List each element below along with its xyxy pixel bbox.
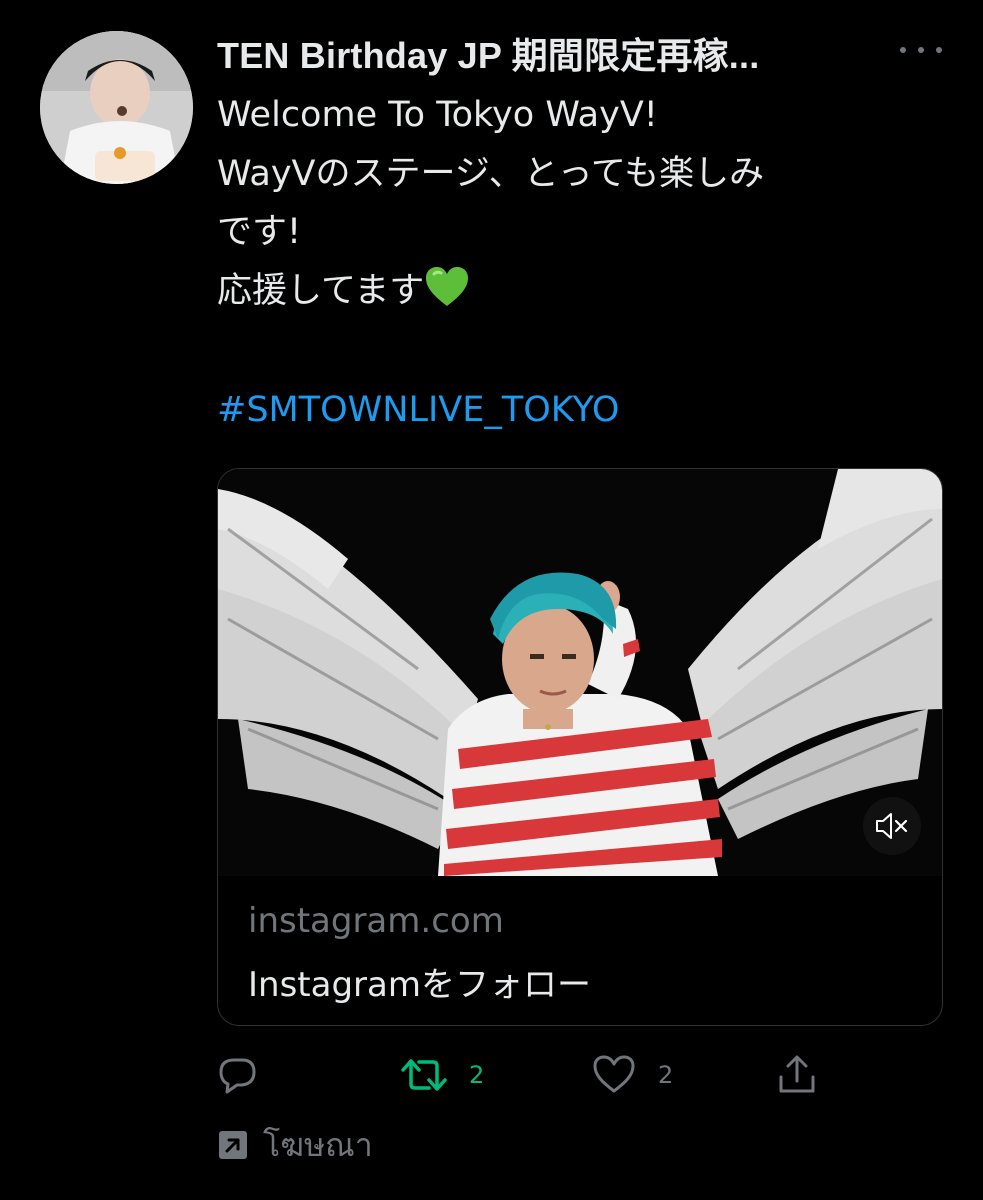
promoted-label[interactable]: โฆษณา [217, 1120, 373, 1170]
retweet-button[interactable]: 2 [401, 1050, 484, 1100]
hashtag-link[interactable]: #SMTOWNLIVE_TOKYO [217, 390, 619, 430]
retweet-icon [401, 1059, 447, 1091]
tweet-header: TEN Birthday JP 期間限定再稼... [217, 28, 917, 78]
share-button[interactable] [775, 1050, 819, 1100]
tweet-text: Welcome To Tokyo WayV! WayVのステージ、とっても楽しみ… [217, 86, 947, 326]
like-button[interactable]: 2 [592, 1050, 673, 1100]
tweet-line: 応援してます [217, 270, 425, 311]
display-name[interactable]: TEN Birthday JP 期間限定再稼... [217, 27, 759, 79]
reply-button[interactable] [217, 1050, 259, 1100]
tweet-line-with-emoji: 応援してます [217, 262, 947, 327]
tweet-line: WayVのステージ、とっても楽しみ [217, 153, 765, 194]
tweet-actions: 2 2 [217, 1050, 917, 1100]
card-video[interactable] [218, 469, 942, 876]
like-count: 2 [658, 1061, 674, 1089]
tweet-line: です! [217, 212, 302, 252]
card-title: Instagramをフォロー [248, 965, 591, 1005]
promoted-text: โฆษณา [263, 1125, 373, 1164]
retweet-count: 2 [469, 1061, 485, 1089]
share-icon [779, 1055, 815, 1093]
video-frame [218, 469, 942, 876]
avatar-image [40, 31, 193, 184]
more-icon[interactable] [900, 38, 942, 62]
reply-icon [219, 1058, 256, 1094]
like-icon [593, 1055, 635, 1093]
avatar[interactable] [40, 31, 193, 184]
tweet-line: Welcome To Tokyo WayV! [217, 95, 658, 135]
green-heart-icon [424, 266, 470, 327]
card-domain: instagram.com [248, 901, 504, 941]
mute-icon [876, 813, 908, 839]
tweet[interactable]: TEN Birthday JP 期間限定再稼... Welcome To Tok… [0, 0, 983, 1200]
promoted-icon [219, 1131, 247, 1159]
mute-button[interactable] [863, 797, 921, 855]
link-card[interactable]: instagram.com Instagramをフォロー [217, 468, 943, 1026]
